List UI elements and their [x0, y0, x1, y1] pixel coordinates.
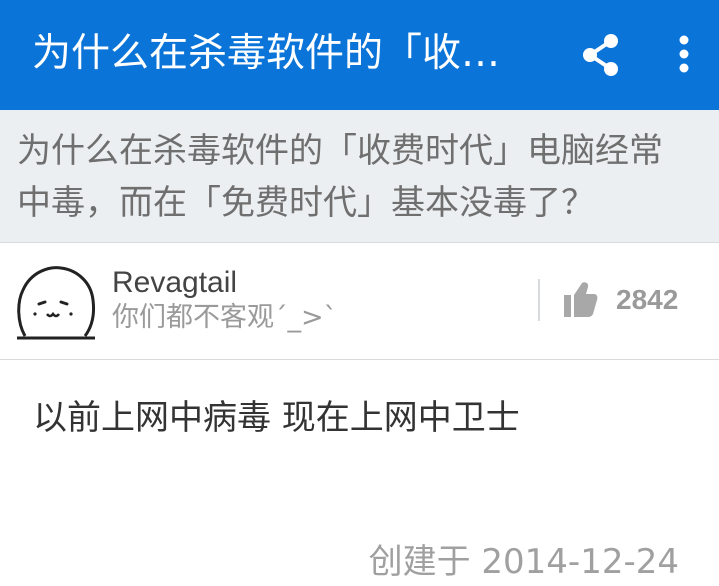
author-name[interactable]: Revagtail [112, 265, 237, 301]
cartoon-face-avatar [17, 266, 95, 340]
answer-author-bar: Revagtail 你们都不客观´_>` 2842 [0, 243, 719, 360]
question-line-1: 为什么在杀毒软件的「收费时代」电脑经常 [17, 131, 663, 171]
more-options-button[interactable] [668, 33, 700, 79]
question-banner[interactable]: 为什么在杀毒软件的「收费时代」电脑经常 中毒，而在「免费时代」基本没毒了？ [0, 110, 719, 243]
more-vertical-icon [679, 35, 689, 73]
question-line-2: 中毒，而在「免费时代」基本没毒了？ [17, 183, 595, 223]
avatar[interactable] [15, 262, 97, 342]
answer-body: 以前上网中病毒 现在上网中卫士 [33, 398, 520, 438]
share-button[interactable] [578, 32, 624, 78]
question-title: 为什么在杀毒软件的「收费时代」电脑经常 中毒，而在「免费时代」基本没毒了？ [17, 125, 707, 229]
created-date: 创建于 2014-12-24 [368, 542, 679, 582]
upvote-button[interactable]: 2842 [560, 279, 700, 319]
author-bio: 你们都不客观´_>` [112, 302, 338, 333]
app-bar-title: 为什么在杀毒软件的「收… [32, 31, 501, 76]
upvote-count: 2842 [616, 284, 679, 315]
thumbs-up-icon [564, 282, 598, 317]
divider [538, 279, 540, 321]
share-icon [583, 34, 618, 76]
app-bar: 为什么在杀毒软件的「收… [0, 0, 719, 110]
